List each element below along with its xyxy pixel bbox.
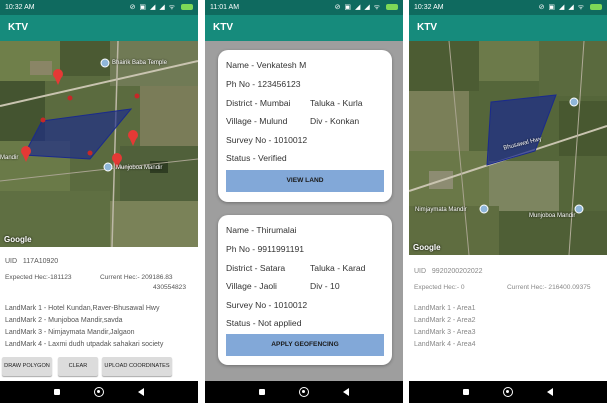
app-bar-title: KTV [409, 15, 607, 41]
expected-hec: Expected Hec:- 0 [414, 284, 465, 291]
farmer-phone: Ph No - 123456123 [226, 79, 301, 89]
nav-bar [205, 381, 403, 403]
status-time: 10:32 AM [414, 4, 444, 11]
map-view[interactable]: Bhairik Baba Temple Munjoboa Mandir Mand… [0, 41, 198, 247]
farmer-survey: Survey No - 1010012 [226, 300, 308, 310]
farmer-card-2: Name - Thirumalai Ph No - 9911991191 Dis… [218, 215, 392, 365]
map-label-munjoboa: Munjoboa Mandir [529, 213, 576, 219]
view-land-button[interactable]: VIEW LAND [226, 170, 384, 192]
landmark-4: LandMark 4 - Laxmi dudh utpadak sahakari… [5, 341, 164, 348]
expected-hec: Expected Hec:-181123 [5, 274, 72, 281]
status-icons: ⊘ ▣ ◢ ◢ ᯤ [129, 4, 177, 11]
farmer-name: Name - Thirumalai [226, 225, 297, 235]
farmer-name: Name - Venkatesh M [226, 60, 307, 70]
battery-icon [590, 4, 602, 11]
home-icon[interactable] [94, 387, 104, 397]
farmer-survey: Survey No - 1010012 [226, 135, 308, 145]
status-bar: 10:32 AM ⊘ ▣ ◢ ◢ ᯤ [0, 0, 198, 15]
landmark-2: LandMark 2 - Area2 [414, 317, 476, 324]
apply-geofencing-button[interactable]: APPLY GEOFENCING [226, 334, 384, 356]
back-icon[interactable] [343, 388, 349, 396]
landmark-1: LandMark 1 - Hotel Kundan,Raver-Bhusawal… [5, 305, 160, 312]
map-label-nimjaymata: Nimjaymata Mandir [415, 207, 467, 213]
app-bar-title: KTV [205, 15, 403, 41]
recent-apps-icon[interactable] [259, 389, 265, 395]
uid-value: 9920200202022 [431, 268, 483, 275]
uid-label: UID [414, 268, 427, 275]
recent-apps-icon[interactable] [463, 389, 469, 395]
farmer-district: District - Mumbai [226, 98, 291, 108]
satellite-map [0, 41, 198, 247]
google-logo: Google [413, 243, 441, 252]
farmer-village: Village - Jaoli [226, 281, 277, 291]
screen-view-land: 10:32 AM ⊘ ▣ ◢ ◢ ᯤ KTV Bhusawal Hwy Nimj… [409, 0, 607, 403]
back-icon[interactable] [547, 388, 553, 396]
uid-label: UID [5, 258, 18, 265]
map-label-mandir-2: Mandir [0, 155, 19, 161]
google-logo: Google [4, 235, 32, 244]
farmer-div: Div - Konkan [310, 116, 360, 126]
status-bar: 11:01 AM ⊘ ▣ ◢ ◢ ᯤ [205, 0, 403, 15]
upload-coordinates-button[interactable]: UPLOAD COORDINATES [102, 357, 172, 376]
draw-polygon-button[interactable]: DRAW POLYGON [2, 357, 52, 376]
landmark-3: LandMark 3 - Area3 [414, 329, 476, 336]
app-bar-title: KTV [0, 15, 198, 41]
current-hec-cont: 430554823 [153, 284, 187, 291]
farmer-status: Status - Not applied [226, 318, 302, 328]
status-bar: 10:32 AM ⊘ ▣ ◢ ◢ ᯤ [409, 0, 607, 15]
landmark-3: LandMark 3 - Nimjaymata Mandir,Jalgaon [5, 329, 135, 336]
landmark-1: LandMark 1 - Area1 [414, 305, 476, 312]
farmer-div: Div - 10 [310, 281, 340, 291]
landmark-2: LandMark 2 - Munjoboa Mandir,savda [5, 317, 123, 324]
status-icons: ⊘ ▣ ◢ ◢ ᯤ [538, 4, 586, 11]
farmer-district: District - Satara [226, 263, 286, 273]
farmer-phone: Ph No - 9911991191 [226, 244, 305, 254]
recent-apps-icon[interactable] [54, 389, 60, 395]
farmer-village: Village - Mulund [226, 116, 288, 126]
screen-draw-polygon: 10:32 AM ⊘ ▣ ◢ ◢ ᯤ KTV Bhairik Baba Temp… [0, 0, 198, 403]
current-hec: Current Hec:- 209186.83 [100, 274, 173, 281]
battery-icon [386, 4, 398, 11]
battery-icon [181, 4, 193, 11]
nav-bar [409, 381, 607, 403]
current-hec: Current Hec:- 216400.09375 [507, 284, 591, 291]
farmer-taluka: Taluka - Kurla [310, 98, 363, 108]
status-icons: ⊘ ▣ ◢ ◢ ᯤ [334, 4, 382, 11]
map-label-temple: Bhairik Baba Temple [112, 60, 167, 66]
farmer-taluka: Taluka - Karad [310, 263, 366, 273]
screen-farmer-list: 11:01 AM ⊘ ▣ ◢ ◢ ᯤ KTV Name - Venkatesh … [205, 0, 403, 403]
uid-value: 117A10920 [22, 258, 59, 265]
status-time: 10:32 AM [5, 4, 35, 11]
back-icon[interactable] [138, 388, 144, 396]
farmer-status: Status - Verified [226, 153, 287, 163]
map-view[interactable]: Bhusawal Hwy Nimjaymata Mandir Munjoboa … [409, 41, 607, 255]
home-icon[interactable] [299, 387, 309, 397]
home-icon[interactable] [503, 387, 513, 397]
status-time: 11:01 AM [210, 4, 240, 11]
nav-bar [0, 381, 198, 403]
farmer-card-1: Name - Venkatesh M Ph No - 123456123 Dis… [218, 50, 392, 202]
clear-button[interactable]: CLEAR [58, 357, 98, 376]
landmark-4: LandMark 4 - Area4 [414, 341, 476, 348]
map-label-mandir: Munjoboa Mandir [116, 165, 163, 171]
